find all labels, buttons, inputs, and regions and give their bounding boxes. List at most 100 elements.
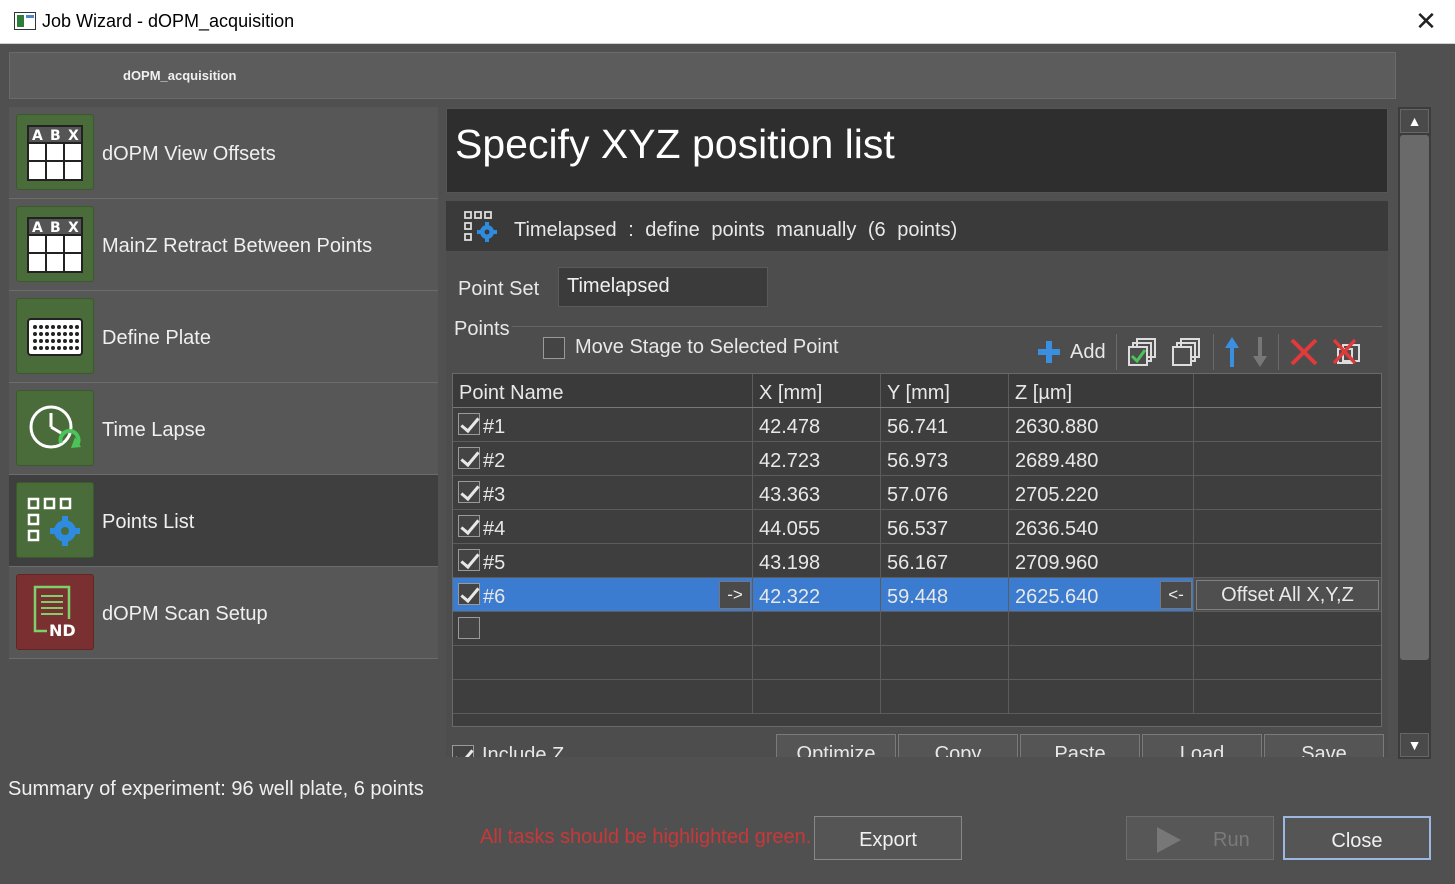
column-header-x[interactable]: X [mm] [753, 374, 881, 407]
close-button[interactable]: Close [1283, 816, 1431, 860]
point-set-field[interactable]: Timelapsed [558, 267, 768, 307]
scroll-down-icon[interactable]: ▼ [1400, 733, 1429, 757]
point-y[interactable]: 56.741 [881, 408, 1009, 441]
table-row[interactable]: #4 44.055 56.537 2636.540 [453, 510, 1381, 544]
move-stage-checkbox[interactable] [543, 336, 565, 359]
abx-letter-a: A [32, 220, 43, 236]
points-panel: Point Set Timelapsed Points Move Stage t… [446, 252, 1388, 757]
scroll-up-icon[interactable]: ▲ [1400, 109, 1429, 133]
task-label: dOPM Scan Setup [102, 603, 268, 625]
load-button[interactable]: Load [1142, 734, 1262, 757]
abx-letter-b: B [50, 220, 61, 236]
column-header-z[interactable]: Z [µm] [1009, 374, 1194, 407]
window-titlebar: Job Wizard - dOPM_acquisition ✕ [0, 0, 1455, 44]
uncheck-all-button[interactable] [1165, 334, 1209, 370]
point-x[interactable]: 44.055 [753, 510, 881, 543]
task-time-lapse[interactable]: Time Lapse [9, 383, 438, 475]
point-x[interactable]: 42.322 [753, 578, 881, 611]
scrollbar-thumb[interactable] [1400, 135, 1429, 660]
point-x[interactable]: 43.198 [753, 544, 881, 577]
task-label: dOPM View Offsets [102, 143, 276, 165]
delete-all-button[interactable] [1325, 334, 1369, 370]
get-position-button[interactable]: -> [719, 581, 751, 609]
row-checkbox[interactable] [458, 515, 480, 537]
point-x[interactable]: 42.478 [753, 408, 881, 441]
offset-all-button[interactable]: Offset All X,Y,Z [1196, 580, 1379, 610]
table-row-empty [453, 646, 1381, 680]
table-row[interactable]: #2 42.723 56.973 2689.480 [453, 442, 1381, 476]
points-gear-icon [16, 482, 94, 558]
abx-letter-b: B [50, 128, 61, 144]
set-position-button[interactable]: <- [1160, 581, 1192, 609]
task-label: Time Lapse [102, 419, 206, 441]
delete-point-button[interactable] [1283, 334, 1325, 370]
row-extra-cell [1194, 510, 1381, 543]
point-z[interactable]: 2709.960 [1009, 544, 1194, 577]
point-y[interactable]: 56.167 [881, 544, 1009, 577]
row-checkbox[interactable] [458, 617, 480, 639]
toolbar-separator [1277, 334, 1279, 370]
column-header-y[interactable]: Y [mm] [881, 374, 1009, 407]
experiment-summary: Summary of experiment: 96 well plate, 6 … [8, 778, 424, 800]
task-mainz-retract[interactable]: A B X MainZ Retract Between Points [9, 199, 438, 291]
delete-x-icon [1290, 338, 1318, 366]
move-up-button[interactable] [1218, 334, 1246, 370]
point-y[interactable]: 57.076 [881, 476, 1009, 509]
page-title-box: Specify XYZ position list [446, 108, 1388, 193]
export-button[interactable]: Export [814, 816, 962, 860]
task-points-list[interactable]: Points List [9, 475, 438, 567]
wizard-header: dOPM_acquisition [9, 52, 1396, 99]
table-row[interactable]: #3 43.363 57.076 2705.220 [453, 476, 1381, 510]
point-name: #6 [483, 586, 506, 608]
include-z-checkbox[interactable] [452, 744, 474, 757]
point-z[interactable]: 2636.540 [1009, 510, 1194, 543]
point-x[interactable]: 43.363 [753, 476, 881, 509]
task-define-plate[interactable]: Define Plate [9, 291, 438, 383]
point-x[interactable]: 42.723 [753, 442, 881, 475]
abx-letter-a: A [32, 128, 43, 144]
vertical-scrollbar[interactable]: ▲ ▼ [1398, 107, 1431, 759]
optimize-button[interactable]: Optimize [776, 734, 896, 757]
paste-button[interactable]: Paste [1020, 734, 1140, 757]
table-row-empty[interactable] [453, 612, 1381, 646]
table-row[interactable]: #5 43.198 56.167 2709.960 [453, 544, 1381, 578]
run-button[interactable]: Run [1126, 816, 1274, 860]
window-title: Job Wizard - dOPM_acquisition [42, 11, 295, 31]
check-all-button[interactable] [1121, 334, 1165, 370]
task-dopm-view-offsets[interactable]: A B X dOPM View Offsets [9, 107, 438, 199]
row-checkbox[interactable] [458, 413, 480, 435]
toolbar-separator [1115, 334, 1117, 370]
move-down-button[interactable] [1246, 334, 1274, 370]
play-icon [1157, 827, 1181, 853]
point-y[interactable]: 56.973 [881, 442, 1009, 475]
table-action-buttons: Optimize Copy Paste Load Save [776, 734, 1386, 757]
nd-document-icon: ND [16, 574, 94, 650]
abx-letter-x: X [68, 128, 79, 144]
window-close-button[interactable]: ✕ [1411, 6, 1441, 36]
include-z-option[interactable]: Include Z [452, 744, 564, 757]
point-y[interactable]: 59.448 [881, 578, 1009, 611]
toolbar-separator [1212, 334, 1214, 370]
table-row-selected[interactable]: #6 -> 42.322 59.448 2625.640 <- Offset A… [453, 578, 1381, 612]
point-name: #4 [483, 518, 506, 540]
point-y[interactable]: 56.537 [881, 510, 1009, 543]
row-extra-cell: <- Offset All X,Y,Z [1160, 578, 1381, 611]
add-point-button[interactable]: Add [1030, 334, 1112, 370]
copy-button[interactable]: Copy [898, 734, 1018, 757]
move-stage-option[interactable]: Move Stage to Selected Point [543, 336, 839, 359]
point-z[interactable]: 2689.480 [1009, 442, 1194, 475]
task-dopm-scan-setup[interactable]: ND dOPM Scan Setup [9, 567, 438, 659]
point-z[interactable]: 2630.880 [1009, 408, 1194, 441]
row-checkbox[interactable] [458, 549, 480, 571]
include-z-label: Include Z [482, 744, 565, 757]
row-checkbox[interactable] [458, 481, 480, 503]
table-row[interactable]: #1 42.478 56.741 2630.880 [453, 408, 1381, 442]
row-checkbox[interactable] [458, 583, 480, 605]
point-z[interactable]: 2705.220 [1009, 476, 1194, 509]
save-button[interactable]: Save [1264, 734, 1384, 757]
column-header-point-name[interactable]: Point Name [453, 374, 753, 407]
plus-icon [1038, 341, 1060, 363]
row-checkbox[interactable] [458, 447, 480, 469]
row-extra-cell [1194, 476, 1381, 509]
uncheck-all-icon [1171, 338, 1200, 366]
